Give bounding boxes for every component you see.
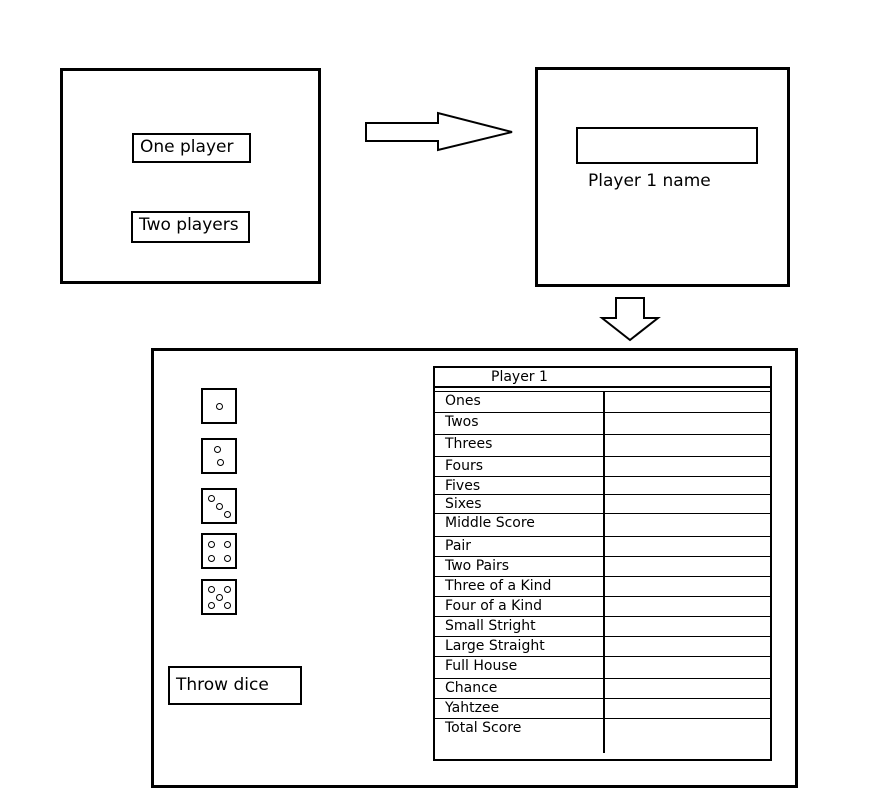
- score-row-value[interactable]: [605, 657, 770, 678]
- one-player-button[interactable]: One player: [132, 133, 251, 163]
- score-row-label: Total Score: [435, 719, 605, 753]
- score-row: Yahtzee: [435, 699, 770, 719]
- score-row-label: Four of a Kind: [435, 597, 605, 616]
- score-row-label: Small Stright: [435, 617, 605, 636]
- arrow-down-icon: [599, 297, 661, 342]
- score-rows: Ones Twos Threes Fours Fives Sixes Middle Scor…: [435, 392, 770, 753]
- score-row-value[interactable]: [605, 392, 770, 412]
- score-row: Fours: [435, 457, 770, 477]
- score-row-value[interactable]: [605, 557, 770, 576]
- score-row: Total Score: [435, 719, 770, 753]
- score-row-value[interactable]: [605, 477, 770, 494]
- pip-icon: [223, 554, 231, 562]
- score-row-value[interactable]: [605, 413, 770, 434]
- score-row-value[interactable]: [605, 719, 770, 753]
- score-row-label: Fours: [435, 457, 605, 476]
- score-row-label: Pair: [435, 537, 605, 556]
- score-row: Sixes: [435, 495, 770, 514]
- score-row: Four of a Kind: [435, 597, 770, 617]
- score-row-value[interactable]: [605, 637, 770, 656]
- pip-icon: [215, 593, 223, 601]
- die-3-icon[interactable]: [201, 488, 237, 524]
- score-row-value[interactable]: [605, 537, 770, 556]
- score-row-value[interactable]: [605, 699, 770, 718]
- pip-icon: [215, 502, 223, 510]
- score-row-label: Sixes: [435, 495, 605, 513]
- score-table: Player 1 Ones Twos Threes Fours Fives Sixes Mi…: [433, 366, 772, 761]
- score-row-value[interactable]: [605, 577, 770, 596]
- pip-icon: [215, 402, 223, 410]
- score-row-label: Twos: [435, 413, 605, 434]
- score-row: Pair: [435, 537, 770, 557]
- pip-icon: [207, 541, 215, 549]
- pip-icon: [207, 494, 215, 502]
- score-row: Chance: [435, 679, 770, 699]
- score-row-label: Middle Score: [435, 514, 605, 536]
- score-row-label: Chance: [435, 679, 605, 698]
- score-row-label: Large Straight: [435, 637, 605, 656]
- score-row-label: Three of a Kind: [435, 577, 605, 596]
- pip-icon: [223, 541, 231, 549]
- score-row-label: Threes: [435, 435, 605, 456]
- score-row: Large Straight: [435, 637, 770, 657]
- arrow-right-icon: [365, 111, 513, 152]
- score-row: Three of a Kind: [435, 577, 770, 597]
- score-row: Small Stright: [435, 617, 770, 637]
- score-row-value[interactable]: [605, 457, 770, 476]
- score-table-title: Player 1: [435, 368, 770, 388]
- pip-icon: [207, 585, 215, 593]
- player-select-screen: One player Two players: [60, 68, 321, 284]
- die-5-icon[interactable]: [201, 579, 237, 615]
- score-row: Twos: [435, 413, 770, 435]
- die-1-icon[interactable]: [201, 388, 237, 424]
- score-row: Fives: [435, 477, 770, 495]
- score-row-label: Full House: [435, 657, 605, 678]
- two-players-button[interactable]: Two players: [131, 211, 250, 243]
- score-row-label: Two Pairs: [435, 557, 605, 576]
- pip-icon: [217, 458, 225, 466]
- pip-icon: [223, 601, 231, 609]
- score-row: Threes: [435, 435, 770, 457]
- score-row-value[interactable]: [605, 435, 770, 456]
- player-name-input[interactable]: [576, 127, 758, 164]
- score-row: Full House: [435, 657, 770, 679]
- score-row-label: Fives: [435, 477, 605, 494]
- score-row-value[interactable]: [605, 495, 770, 513]
- score-row-value[interactable]: [605, 514, 770, 536]
- die-2-icon[interactable]: [201, 438, 237, 474]
- score-row-label: Ones: [435, 392, 605, 412]
- score-row: Ones: [435, 392, 770, 413]
- pip-icon: [223, 510, 231, 518]
- pip-icon: [213, 446, 221, 454]
- score-row-value[interactable]: [605, 597, 770, 616]
- score-row-label: Yahtzee: [435, 699, 605, 718]
- pip-icon: [207, 602, 215, 610]
- throw-dice-button[interactable]: Throw dice: [168, 666, 302, 705]
- pip-icon: [207, 554, 215, 562]
- score-row: Two Pairs: [435, 557, 770, 577]
- player-name-label: Player 1 name: [588, 171, 711, 191]
- pip-icon: [223, 585, 231, 593]
- game-screen: Throw dice Player 1 Ones Twos Threes Fours F…: [151, 348, 798, 788]
- score-row: Middle Score: [435, 514, 770, 537]
- player-name-screen: Player 1 name: [535, 67, 790, 287]
- score-row-value[interactable]: [605, 679, 770, 698]
- score-row-value[interactable]: [605, 617, 770, 636]
- die-4-icon[interactable]: [201, 533, 237, 569]
